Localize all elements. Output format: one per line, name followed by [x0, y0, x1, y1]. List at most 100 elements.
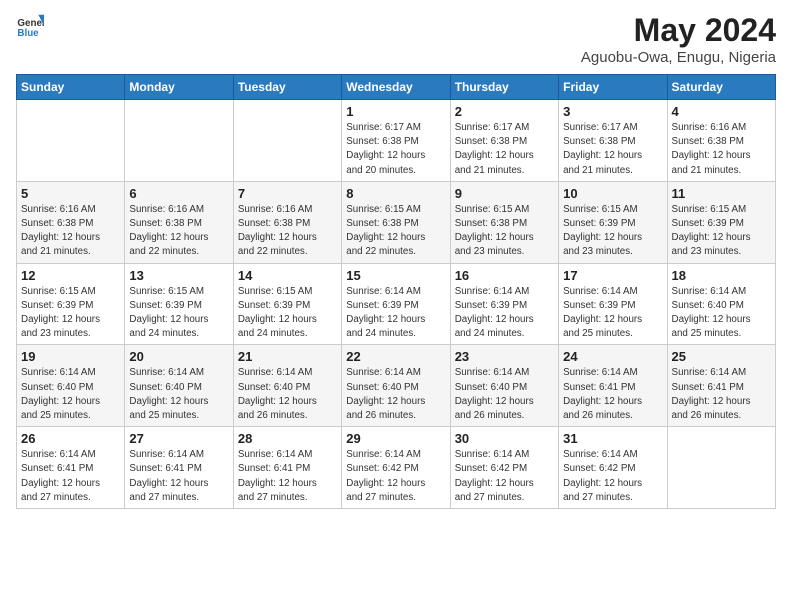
- day-info: Sunrise: 6:16 AM Sunset: 6:38 PM Dayligh…: [238, 203, 337, 260]
- calendar-week-row: 1 Sunrise: 6:17 AM Sunset: 6:38 PM Daylig…: [17, 100, 776, 182]
- logo-icon: General Blue: [16, 12, 44, 40]
- day-number: 19: [21, 349, 120, 364]
- table-row: 20 Sunrise: 6:14 AM Sunset: 6:40 PM Dayli…: [125, 345, 233, 427]
- col-tuesday: Tuesday: [233, 75, 341, 100]
- table-row: [17, 100, 125, 182]
- day-number: 31: [563, 431, 662, 446]
- table-row: 9 Sunrise: 6:15 AM Sunset: 6:38 PM Daylig…: [450, 181, 558, 263]
- day-number: 11: [672, 186, 771, 201]
- table-row: 17 Sunrise: 6:14 AM Sunset: 6:39 PM Dayli…: [559, 263, 667, 345]
- day-number: 1: [346, 104, 445, 119]
- day-info: Sunrise: 6:15 AM Sunset: 6:39 PM Dayligh…: [21, 285, 120, 342]
- day-info: Sunrise: 6:16 AM Sunset: 6:38 PM Dayligh…: [21, 203, 120, 260]
- day-info: Sunrise: 6:15 AM Sunset: 6:38 PM Dayligh…: [455, 203, 554, 260]
- col-friday: Friday: [559, 75, 667, 100]
- day-number: 18: [672, 268, 771, 283]
- day-info: Sunrise: 6:14 AM Sunset: 6:42 PM Dayligh…: [346, 448, 445, 505]
- day-info: Sunrise: 6:14 AM Sunset: 6:41 PM Dayligh…: [129, 448, 228, 505]
- calendar-header-row: Sunday Monday Tuesday Wednesday Thursday…: [17, 75, 776, 100]
- day-info: Sunrise: 6:14 AM Sunset: 6:39 PM Dayligh…: [455, 285, 554, 342]
- table-row: [233, 100, 341, 182]
- table-row: 21Sunrise: 6:14 AM Sunset: 6:40 PM Dayli…: [233, 345, 341, 427]
- table-row: 8 Sunrise: 6:15 AM Sunset: 6:38 PM Daylig…: [342, 181, 450, 263]
- day-number: 23: [455, 349, 554, 364]
- col-wednesday: Wednesday: [342, 75, 450, 100]
- table-row: 3 Sunrise: 6:17 AM Sunset: 6:38 PM Daylig…: [559, 100, 667, 182]
- day-number: 4: [672, 104, 771, 119]
- day-number: 10: [563, 186, 662, 201]
- day-info: Sunrise: 6:16 AM Sunset: 6:38 PM Dayligh…: [672, 121, 771, 178]
- table-row: 22Sunrise: 6:14 AM Sunset: 6:40 PM Dayli…: [342, 345, 450, 427]
- table-row: 6Sunrise: 6:16 AM Sunset: 6:38 PM Daylig…: [125, 181, 233, 263]
- table-row: 15 Sunrise: 6:14 AM Sunset: 6:39 PM Dayli…: [342, 263, 450, 345]
- day-number: 3: [563, 104, 662, 119]
- day-info: Sunrise: 6:17 AM Sunset: 6:38 PM Dayligh…: [346, 121, 445, 178]
- day-info: Sunrise: 6:15 AM Sunset: 6:38 PM Dayligh…: [346, 203, 445, 260]
- table-row: 10 Sunrise: 6:15 AM Sunset: 6:39 PM Dayli…: [559, 181, 667, 263]
- day-info: Sunrise: 6:15 AM Sunset: 6:39 PM Dayligh…: [563, 203, 662, 260]
- day-info: Sunrise: 6:14 AM Sunset: 6:40 PM Dayligh…: [129, 366, 228, 423]
- table-row: 30Sunrise: 6:14 AM Sunset: 6:42 PM Dayli…: [450, 427, 558, 509]
- calendar-week-row: 26 Sunrise: 6:14 AM Sunset: 6:41 PM Dayli…: [17, 427, 776, 509]
- table-row: 16 Sunrise: 6:14 AM Sunset: 6:39 PM Dayli…: [450, 263, 558, 345]
- day-number: 9: [455, 186, 554, 201]
- day-number: 7: [238, 186, 337, 201]
- table-row: 25 Sunrise: 6:14 AM Sunset: 6:41 PM Dayli…: [667, 345, 775, 427]
- table-row: 24 Sunrise: 6:14 AM Sunset: 6:41 PM Dayli…: [559, 345, 667, 427]
- day-number: 25: [672, 349, 771, 364]
- day-info: Sunrise: 6:15 AM Sunset: 6:39 PM Dayligh…: [129, 285, 228, 342]
- day-number: 22: [346, 349, 445, 364]
- day-info: Sunrise: 6:14 AM Sunset: 6:40 PM Dayligh…: [21, 366, 120, 423]
- day-number: 24: [563, 349, 662, 364]
- day-number: 2: [455, 104, 554, 119]
- day-info: Sunrise: 6:14 AM Sunset: 6:39 PM Dayligh…: [563, 285, 662, 342]
- day-info: Sunrise: 6:14 AM Sunset: 6:40 PM Dayligh…: [455, 366, 554, 423]
- table-row: 31 Sunrise: 6:14 AM Sunset: 6:42 PM Dayli…: [559, 427, 667, 509]
- day-info: Sunrise: 6:14 AM Sunset: 6:42 PM Dayligh…: [563, 448, 662, 505]
- calendar-week-row: 5Sunrise: 6:16 AM Sunset: 6:38 PM Daylig…: [17, 181, 776, 263]
- table-row: 29 Sunrise: 6:14 AM Sunset: 6:42 PM Dayli…: [342, 427, 450, 509]
- table-row: 7 Sunrise: 6:16 AM Sunset: 6:38 PM Daylig…: [233, 181, 341, 263]
- col-monday: Monday: [125, 75, 233, 100]
- day-info: Sunrise: 6:17 AM Sunset: 6:38 PM Dayligh…: [563, 121, 662, 178]
- day-number: 26: [21, 431, 120, 446]
- day-number: 8: [346, 186, 445, 201]
- day-number: 21: [238, 349, 337, 364]
- day-info: Sunrise: 6:14 AM Sunset: 6:41 PM Dayligh…: [563, 366, 662, 423]
- col-thursday: Thursday: [450, 75, 558, 100]
- day-info: Sunrise: 6:17 AM Sunset: 6:38 PM Dayligh…: [455, 121, 554, 178]
- col-sunday: Sunday: [17, 75, 125, 100]
- day-info: Sunrise: 6:15 AM Sunset: 6:39 PM Dayligh…: [238, 285, 337, 342]
- day-number: 20: [129, 349, 228, 364]
- day-info: Sunrise: 6:14 AM Sunset: 6:39 PM Dayligh…: [346, 285, 445, 342]
- table-row: 14 Sunrise: 6:15 AM Sunset: 6:39 PM Dayli…: [233, 263, 341, 345]
- day-number: 14: [238, 268, 337, 283]
- table-row: 27 Sunrise: 6:14 AM Sunset: 6:41 PM Dayli…: [125, 427, 233, 509]
- table-row: 1 Sunrise: 6:17 AM Sunset: 6:38 PM Daylig…: [342, 100, 450, 182]
- day-info: Sunrise: 6:14 AM Sunset: 6:42 PM Dayligh…: [455, 448, 554, 505]
- day-info: Sunrise: 6:16 AM Sunset: 6:38 PM Dayligh…: [129, 203, 228, 260]
- day-info: Sunrise: 6:14 AM Sunset: 6:40 PM Dayligh…: [672, 285, 771, 342]
- col-saturday: Saturday: [667, 75, 775, 100]
- svg-text:Blue: Blue: [17, 28, 39, 39]
- table-row: 23 Sunrise: 6:14 AM Sunset: 6:40 PM Dayli…: [450, 345, 558, 427]
- day-number: 27: [129, 431, 228, 446]
- day-info: Sunrise: 6:14 AM Sunset: 6:41 PM Dayligh…: [672, 366, 771, 423]
- day-number: 17: [563, 268, 662, 283]
- table-row: 11Sunrise: 6:15 AM Sunset: 6:39 PM Dayli…: [667, 181, 775, 263]
- day-number: 15: [346, 268, 445, 283]
- day-info: Sunrise: 6:14 AM Sunset: 6:41 PM Dayligh…: [21, 448, 120, 505]
- table-row: [125, 100, 233, 182]
- calendar-table: Sunday Monday Tuesday Wednesday Thursday…: [16, 74, 776, 509]
- main-title: May 2024: [581, 12, 776, 49]
- day-number: 29: [346, 431, 445, 446]
- day-number: 13: [129, 268, 228, 283]
- calendar-week-row: 19 Sunrise: 6:14 AM Sunset: 6:40 PM Dayli…: [17, 345, 776, 427]
- page: General Blue May 2024 Aguobu-Owa, Enugu,…: [0, 0, 792, 612]
- title-block: May 2024 Aguobu-Owa, Enugu, Nigeria: [581, 12, 776, 66]
- table-row: 12Sunrise: 6:15 AM Sunset: 6:39 PM Dayli…: [17, 263, 125, 345]
- calendar-week-row: 12Sunrise: 6:15 AM Sunset: 6:39 PM Dayli…: [17, 263, 776, 345]
- table-row: 5Sunrise: 6:16 AM Sunset: 6:38 PM Daylig…: [17, 181, 125, 263]
- day-number: 16: [455, 268, 554, 283]
- table-row: 2 Sunrise: 6:17 AM Sunset: 6:38 PM Daylig…: [450, 100, 558, 182]
